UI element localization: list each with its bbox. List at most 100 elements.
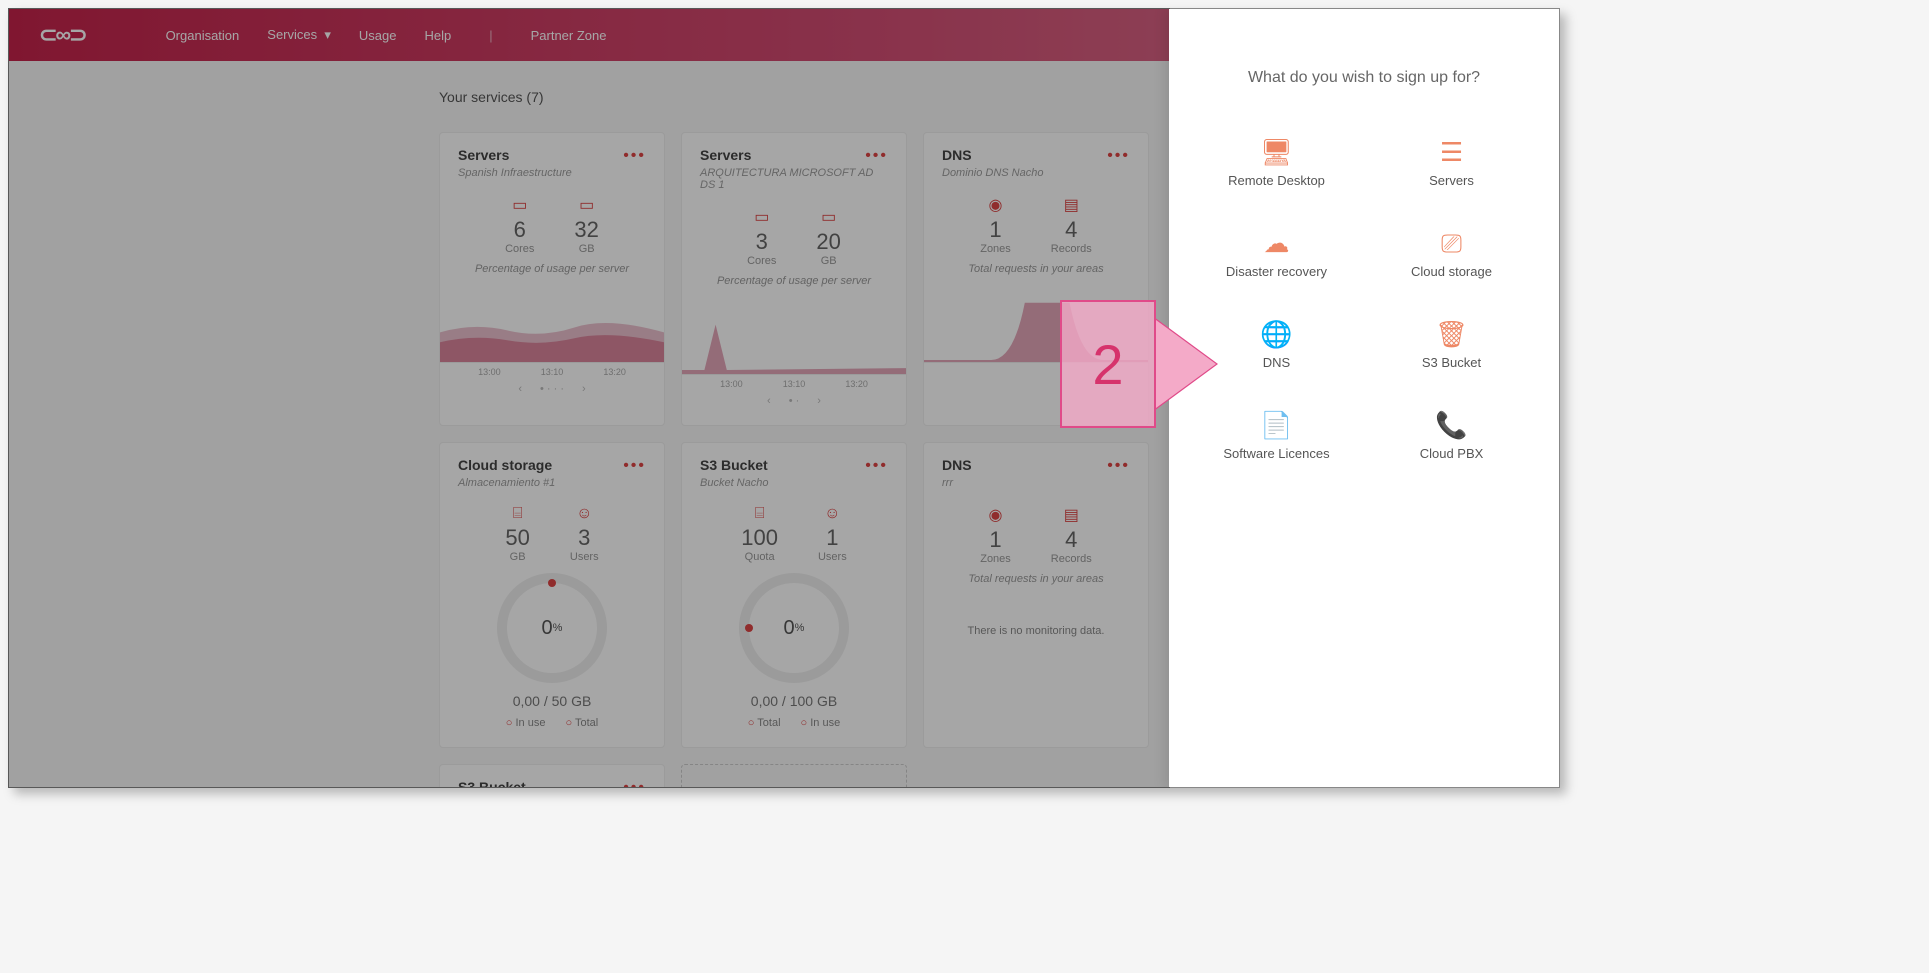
main-nav: Organisation Services ▾ Usage Help | Par… [166, 27, 607, 43]
no-data-text: There is no monitoring data. [942, 625, 1130, 637]
disaster-recovery-icon: ☁ [1226, 228, 1327, 256]
stat-label: Records [1051, 243, 1092, 255]
cpu-icon: ▭ [505, 195, 534, 215]
card-menu-icon[interactable]: ••• [623, 779, 646, 788]
storage-icon: ⌸ [741, 505, 778, 523]
usage-gauge: 0% [739, 573, 849, 683]
service-card[interactable]: Servers••• Spanish Infraestructure ▭6Cor… [439, 132, 665, 426]
service-card[interactable]: S3 Bucket ••• Bucket Nacho ⌸ 100Quota ☺ 1Us… [681, 442, 907, 748]
service-card[interactable]: Servers ••• ARQUITECTURA MICROSOFT AD DS … [681, 132, 907, 426]
dns-icon: 🌐 [1260, 319, 1292, 347]
chevron-right-icon[interactable]: › [817, 395, 821, 407]
option-remote-desktop[interactable]: 🖥Remote Desktop [1228, 137, 1325, 188]
stat-label: Cores [747, 255, 776, 267]
option-disaster-recovery[interactable]: ☁Disaster recovery [1226, 228, 1327, 279]
stat-value: 1 [980, 527, 1011, 553]
stat-label: Quota [741, 551, 778, 563]
card-note: Percentage of usage per server [458, 263, 646, 275]
users-icon: ☺ [570, 505, 599, 523]
ram-icon: ▭ [816, 207, 840, 227]
card-subtitle: rrr [942, 477, 1130, 489]
stat-value: 100 [741, 525, 778, 551]
usage-gauge: 0% [497, 573, 607, 683]
card-menu-icon[interactable]: ••• [1107, 457, 1130, 475]
stat-value: 6 [505, 217, 534, 243]
service-options: 🖥Remote Desktop ☰Servers ☁Disaster recov… [1199, 137, 1529, 461]
s3-bucket-icon: 🗑 [1422, 319, 1481, 347]
stat-label: Users [818, 551, 847, 563]
card-menu-icon[interactable]: ••• [1107, 147, 1130, 165]
usage-chart [682, 295, 906, 375]
stat-label: Zones [980, 553, 1011, 565]
chevron-left-icon[interactable]: ‹ [518, 383, 522, 395]
card-title: S3 Bucket [458, 779, 526, 788]
records-icon: ▤ [1051, 505, 1092, 525]
card-menu-icon[interactable]: ••• [623, 457, 646, 475]
cpu-icon: ▭ [747, 207, 776, 227]
nav-services[interactable]: Services ▾ [267, 27, 331, 43]
card-title: Servers [458, 147, 509, 165]
option-cloud-storage[interactable]: ⎚Cloud storage [1411, 228, 1492, 279]
usage-text: 0,00 / 50 GB [458, 693, 646, 709]
globe-icon: ◉ [980, 195, 1011, 215]
option-s3-bucket[interactable]: 🗑S3 Bucket [1422, 319, 1481, 370]
card-subtitle: Dominio DNS Nacho [942, 167, 1130, 179]
nav-divider: | [489, 28, 492, 43]
nav-organisation[interactable]: Organisation [166, 28, 240, 43]
stat-label: GB [505, 551, 529, 563]
option-servers[interactable]: ☰Servers [1429, 137, 1474, 188]
stat-label: Zones [980, 243, 1011, 255]
stat-value: 4 [1051, 527, 1092, 553]
ram-icon: ▭ [574, 195, 598, 215]
card-subtitle: Bucket Nacho [700, 477, 888, 489]
nav-partner-zone[interactable]: Partner Zone [531, 28, 607, 43]
stat-value: 1 [980, 217, 1011, 243]
option-cloud-pbx[interactable]: 📞Cloud PBX [1420, 410, 1484, 461]
stat-value: 50 [505, 525, 529, 551]
records-icon: ▤ [1051, 195, 1092, 215]
stat-value: 20 [816, 229, 840, 255]
stat-value: 1 [818, 525, 847, 551]
licences-icon: 📄 [1223, 410, 1329, 438]
cloud-pbx-icon: 📞 [1420, 410, 1484, 438]
card-menu-icon[interactable]: ••• [865, 457, 888, 475]
logo: ⊂∞⊃ [39, 22, 86, 48]
usage-chart [440, 283, 664, 363]
service-card[interactable]: Cloud storage••• Almacenamiento #1 ⌸50GB… [439, 442, 665, 748]
page-title: Your services (7) [439, 89, 544, 105]
usage-text: 0,00 / 100 GB [700, 693, 888, 709]
option-dns[interactable]: 🌐DNS [1260, 319, 1292, 370]
empty-card[interactable] [681, 764, 907, 788]
nav-usage[interactable]: Usage [359, 28, 397, 43]
card-subtitle: Almacenamiento #1 [458, 477, 646, 489]
card-menu-icon[interactable]: ••• [865, 147, 888, 165]
nav-help[interactable]: Help [424, 28, 451, 43]
card-title: Cloud storage [458, 457, 552, 475]
stat-label: Users [570, 551, 599, 563]
card-title: Servers [700, 147, 751, 165]
card-subtitle: Spanish Infraestructure [458, 167, 646, 179]
card-title: S3 Bucket [700, 457, 768, 475]
card-subtitle: ARQUITECTURA MICROSOFT AD DS 1 [700, 167, 888, 191]
panel-heading: What do you wish to sign up for? [1199, 69, 1529, 87]
callout-arrow: 2 [1060, 300, 1156, 428]
service-card[interactable]: S3 Bucket ••• [439, 764, 665, 788]
option-software-licences[interactable]: 📄Software Licences [1223, 410, 1329, 461]
card-note: Total requests in your areas [942, 573, 1130, 585]
card-menu-icon[interactable]: ••• [623, 147, 646, 165]
service-card[interactable]: DNS••• rrr ◉1Zones ▤4Records Total reque… [923, 442, 1149, 748]
servers-icon: ☰ [1429, 137, 1474, 165]
chevron-right-icon[interactable]: › [582, 383, 586, 395]
card-title: DNS [942, 457, 972, 475]
card-note: Total requests in your areas [942, 263, 1130, 275]
stat-value: 3 [747, 229, 776, 255]
users-icon: ☺ [818, 505, 847, 523]
stat-value: 4 [1051, 217, 1092, 243]
stat-label: GB [574, 243, 598, 255]
card-note: Percentage of usage per server [700, 275, 888, 287]
stat-label: Records [1051, 553, 1092, 565]
cloud-storage-icon: ⎚ [1411, 228, 1492, 256]
chevron-left-icon[interactable]: ‹ [767, 395, 771, 407]
stat-label: Cores [505, 243, 534, 255]
stat-value: 32 [574, 217, 598, 243]
